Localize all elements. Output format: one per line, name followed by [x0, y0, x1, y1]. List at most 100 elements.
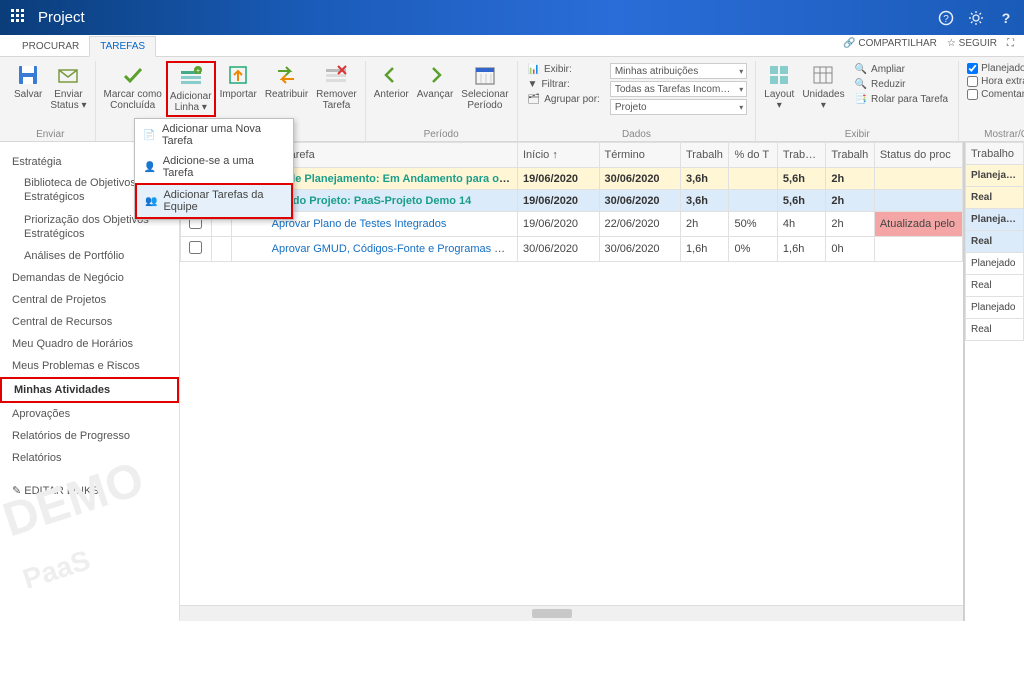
header-actions: ? ? — [938, 10, 1014, 26]
edit-links[interactable]: ✎ EDITAR LINKS — [0, 479, 179, 502]
h-scrollbar[interactable] — [180, 605, 963, 621]
svg-text:?: ? — [1002, 10, 1011, 26]
col-start[interactable]: Início ↑ — [518, 143, 600, 168]
save-icon — [16, 63, 40, 87]
menu-join-task[interactable]: 👤Adicione-se a uma Tarefa — [135, 151, 293, 183]
new-task-icon: 📄 — [143, 128, 156, 142]
group-view: Exibir — [845, 127, 870, 141]
svg-text:?: ? — [943, 14, 949, 25]
right-cell[interactable]: Planejado — [966, 165, 1024, 187]
sidebar-item[interactable]: Aprovações — [0, 403, 179, 425]
right-cell[interactable]: Planejado — [966, 297, 1024, 319]
table-row: ▸Janela de Planejamento: Em Andamento pa… — [181, 168, 963, 190]
col-end[interactable]: Término — [599, 143, 681, 168]
right-cell[interactable]: Planejado — [966, 253, 1024, 275]
scroll-task-button[interactable]: 📑 Rolar para Tarefa — [853, 93, 951, 106]
right-cell[interactable]: Planejado — [966, 209, 1024, 231]
group-send: Enviar — [36, 127, 64, 141]
remove-task-button[interactable]: Remover Tarefa — [312, 61, 361, 113]
filter-select[interactable]: Todas as Tarefas Incom… — [610, 81, 747, 97]
check-icon — [121, 63, 145, 87]
mark-complete-button[interactable]: Marcar como Concluída — [100, 61, 166, 113]
table-row: Aprovar GMUD, Códigos-Fonte e Programas … — [181, 237, 963, 262]
select-period-button[interactable]: Selecionar Período — [457, 61, 512, 113]
svg-text:+: + — [196, 68, 200, 75]
menu-team-tasks[interactable]: 👥Adicionar Tarefas da Equipe — [135, 183, 293, 219]
reassign-button[interactable]: Reatribuir — [261, 61, 312, 102]
save-button[interactable]: Salvar — [10, 61, 46, 102]
sidebar-item[interactable]: Relatórios — [0, 447, 179, 469]
task-name[interactable]: Aprovar GMUD, Códigos-Fonte e Programas … — [272, 243, 518, 255]
col-status[interactable]: Status do proc — [874, 143, 962, 168]
right-panel-table: Trabalho PlanejadoRealPlanejadoRealPlane… — [965, 142, 1024, 341]
table-row: Aprovar Plano de Testes Integrados19/06/… — [181, 212, 963, 237]
app-title: Project — [38, 9, 85, 26]
team-tasks-icon: 👥 — [145, 194, 157, 208]
group-period: Período — [424, 127, 459, 141]
remove-icon — [324, 63, 348, 87]
group-data: Dados — [622, 127, 651, 141]
calendar-icon — [473, 63, 497, 87]
planned-checkbox[interactable]: Planejado — [967, 63, 1024, 74]
share-link[interactable]: 🔗 COMPARTILHAR — [843, 38, 937, 49]
right-cell[interactable]: Real — [966, 231, 1024, 253]
prev-icon — [379, 63, 403, 87]
follow-link[interactable]: ☆ SEGUIR — [947, 38, 997, 49]
add-line-dropdown: 📄Adicionar uma Nova Tarefa 👤Adicione-se … — [134, 118, 294, 220]
row-checkbox[interactable] — [189, 241, 202, 254]
main-grid: ⓘ Nome da Tarefa Início ↑ Término Trabal… — [180, 142, 1024, 621]
reassign-icon — [274, 63, 298, 87]
task-name[interactable]: Aprovar Plano de Testes Integrados — [272, 218, 447, 230]
col-w1[interactable]: Trabalh — [681, 143, 729, 168]
app-launcher-icon[interactable] — [10, 8, 26, 27]
gear-icon[interactable] — [968, 10, 984, 26]
overtime-checkbox[interactable]: Hora extra — [967, 76, 1024, 87]
previous-button[interactable]: Anterior — [370, 61, 413, 102]
sidebar-item[interactable]: Meus Problemas e Riscos — [0, 355, 179, 377]
units-button[interactable]: Unidades ▾ — [798, 61, 848, 113]
sidebar-item[interactable]: Relatórios de Progresso — [0, 425, 179, 447]
add-row-icon: + — [179, 65, 203, 89]
tasks-table: ⓘ Nome da Tarefa Início ↑ Término Trabal… — [180, 142, 963, 262]
sidebar-item[interactable]: Central de Projetos — [0, 289, 179, 311]
col-pct[interactable]: % do T — [729, 143, 777, 168]
col-right[interactable]: Trabalho — [966, 143, 1024, 165]
add-line-button[interactable]: +Adicionar Linha ▾ — [166, 61, 216, 117]
next-icon — [423, 63, 447, 87]
watermark: DEMOPaaS — [0, 451, 167, 600]
right-cell[interactable]: Real — [966, 187, 1024, 209]
layout-button[interactable]: Layout ▾ — [760, 61, 798, 113]
send-status-button[interactable]: Enviar Status ▾ — [46, 61, 90, 113]
join-task-icon: 👤 — [143, 160, 157, 174]
units-icon — [811, 63, 835, 87]
menu-new-task[interactable]: 📄Adicionar uma Nova Tarefa — [135, 119, 293, 151]
group-label: 🗂 Agrupar por: — [526, 93, 602, 106]
next-button[interactable]: Avançar — [413, 61, 458, 102]
fullscreen-icon[interactable]: ⛶ — [1007, 38, 1014, 49]
help2-icon[interactable]: ? — [998, 10, 1014, 26]
sidebar-item[interactable]: Demandas de Negócio — [0, 267, 179, 289]
import-button[interactable]: Importar — [216, 61, 261, 102]
group-select[interactable]: Projeto — [610, 99, 747, 115]
right-cell[interactable]: Real — [966, 275, 1024, 297]
send-icon — [56, 63, 80, 87]
layout-icon — [767, 63, 791, 87]
zoom-out-button[interactable]: 🔍 Reduzir — [853, 78, 951, 91]
help-icon[interactable]: ? — [938, 10, 954, 26]
col-w3[interactable]: Trabalh — [826, 143, 874, 168]
show-select[interactable]: Minhas atribuições — [610, 63, 747, 79]
import-icon — [226, 63, 250, 87]
zoom-in-button[interactable]: 🔍 Ampliar — [853, 63, 951, 76]
right-cell[interactable]: Real — [966, 319, 1024, 341]
sidebar-strategy-sub3[interactable]: Análises de Portfólio — [0, 245, 179, 267]
filter-label: ▼ Filtrar: — [526, 78, 602, 91]
sidebar-item-activities[interactable]: Minhas Atividades — [0, 377, 179, 403]
sidebar-item[interactable]: Meu Quadro de Horários — [0, 333, 179, 355]
tab-browse[interactable]: PROCURAR — [12, 37, 89, 56]
tab-tasks[interactable]: TAREFAS — [89, 36, 156, 57]
comment-checkbox[interactable]: Comentar ao Enviar — [967, 89, 1024, 100]
tab-row: PROCURAR TAREFAS 🔗 COMPARTILHAR ☆ SEGUIR… — [0, 35, 1024, 57]
group-showhide: Mostrar/Ocultar — [984, 127, 1024, 141]
sidebar-item[interactable]: Central de Recursos — [0, 311, 179, 333]
col-w2[interactable]: Trabalho — [777, 143, 825, 168]
